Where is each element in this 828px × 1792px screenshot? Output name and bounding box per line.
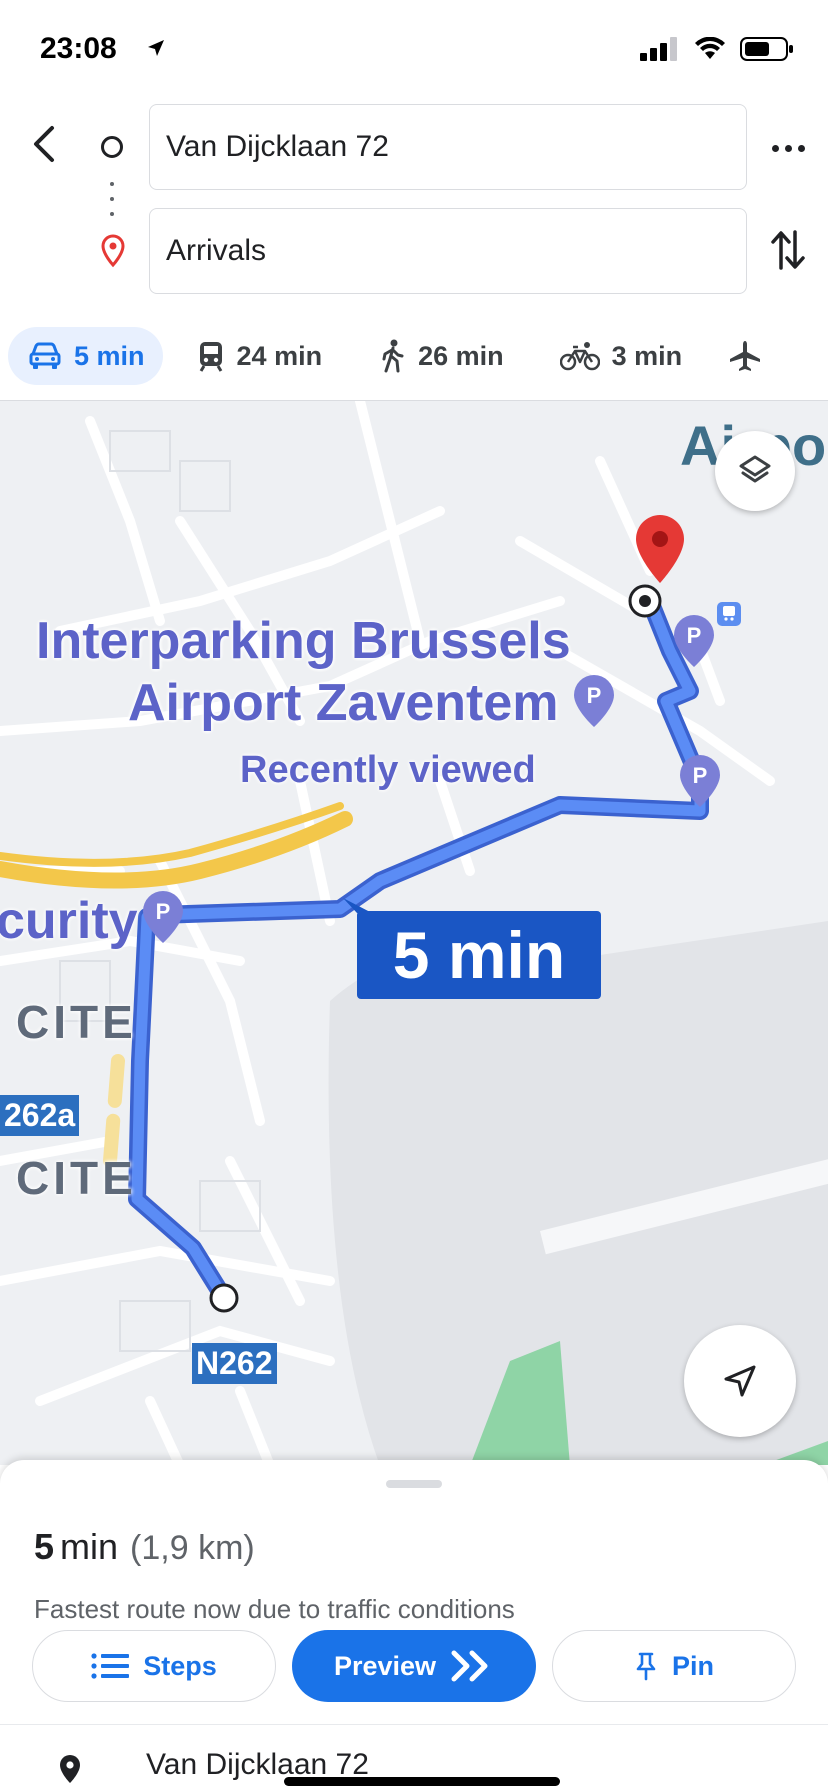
pin-button[interactable]: Pin: [552, 1630, 796, 1702]
route-duration-unit: min: [60, 1526, 119, 1567]
svg-text:P: P: [693, 763, 708, 788]
route-bottom-sheet[interactable]: 5 min (1,9 km) Fastest route now due to …: [0, 1460, 828, 1792]
preview-button-label: Preview: [333, 1650, 437, 1681]
svg-text:P: P: [156, 899, 171, 924]
poi-name-line1[interactable]: Interparking Brussels: [36, 611, 571, 671]
district-label: CITE: [16, 996, 137, 1048]
more-options-button[interactable]: [768, 130, 808, 166]
transit-icon: [199, 342, 222, 372]
svg-text:P: P: [587, 683, 602, 708]
back-button[interactable]: [22, 118, 66, 170]
battery-icon: [740, 37, 793, 61]
list-icon: [91, 1653, 130, 1679]
cellular-signal-icon: [640, 37, 677, 61]
destination-field[interactable]: Arrivals: [149, 208, 747, 294]
mode-walking[interactable]: 26 min: [362, 327, 522, 385]
parking-icon[interactable]: P: [141, 889, 185, 945]
parking-icon[interactable]: P: [672, 613, 716, 669]
pin-icon: [636, 1652, 656, 1681]
parking-icon[interactable]: P: [678, 753, 722, 809]
road-label-n262: N262: [192, 1343, 277, 1384]
status-bar: 23:08: [0, 0, 828, 96]
chevron-left-icon: [34, 126, 54, 162]
route-duration-value: 5: [34, 1526, 55, 1567]
home-indicator[interactable]: [284, 1777, 560, 1786]
mode-transit[interactable]: 24 min: [179, 327, 341, 385]
pin-button-label: Pin: [671, 1650, 714, 1681]
district-label: CITE: [16, 1152, 137, 1204]
navigation-arrow-icon: [724, 1365, 756, 1397]
double-chevron-right-icon: [451, 1650, 488, 1682]
layers-icon: [739, 455, 771, 483]
swap-icon[interactable]: [770, 228, 806, 272]
bike-icon: [559, 342, 600, 371]
poi-name-line2[interactable]: Airport Zaventem: [128, 673, 559, 733]
preview-button[interactable]: Preview: [292, 1630, 536, 1702]
walk-icon: [382, 339, 404, 373]
mode-driving-time: 5 min: [74, 340, 145, 371]
layers-button[interactable]: [715, 431, 795, 511]
route-eta-badge[interactable]: 5 min: [357, 911, 601, 999]
status-time: 23:08: [40, 32, 117, 65]
divider: [0, 1724, 828, 1725]
mode-transit-time: 24 min: [236, 340, 323, 371]
parking-icon[interactable]: P: [572, 673, 616, 729]
mode-cycling-time: 3 min: [611, 340, 683, 371]
mode-walking-time: 26 min: [418, 340, 504, 371]
route-actions: Steps Preview Pin: [32, 1630, 796, 1702]
destination-map-pin-icon[interactable]: [633, 513, 687, 585]
route-distance: (1,9 km): [130, 1529, 255, 1567]
my-location-button[interactable]: [684, 1325, 796, 1437]
map-view[interactable]: P P P P Airpo Interparking Brussels Airp…: [0, 400, 828, 1465]
location-pin-icon: [60, 1755, 80, 1783]
route-summary: 5 min (1,9 km): [34, 1526, 255, 1568]
road-label-n262a: 262a: [0, 1095, 80, 1136]
wifi-icon: [695, 37, 725, 59]
mode-flight[interactable]: [710, 327, 780, 385]
poi-recently-viewed: Recently viewed: [240, 749, 536, 791]
steps-button[interactable]: Steps: [32, 1630, 276, 1702]
mode-cycling[interactable]: 3 min: [542, 327, 701, 385]
route-reason: Fastest route now due to traffic conditi…: [34, 1594, 515, 1624]
steps-button-label: Steps: [143, 1650, 217, 1681]
svg-text:P: P: [687, 623, 702, 648]
security-label: curity: [0, 892, 138, 950]
origin-field[interactable]: Van Dijcklaan 72: [149, 104, 747, 190]
location-arrow-icon: [148, 40, 164, 56]
status-icons: [640, 36, 794, 62]
car-icon: [29, 342, 61, 369]
destination-pin-icon: [101, 234, 125, 268]
route-connector-icon: [110, 182, 114, 216]
flight-icon: [730, 341, 761, 371]
origin-marker-icon: [101, 136, 123, 158]
travel-modes: 5 min 24 min 26 min 3 min: [8, 326, 828, 386]
sheet-drag-handle[interactable]: [386, 1480, 442, 1488]
train-station-icon[interactable]: [716, 601, 742, 627]
mode-driving[interactable]: 5 min: [8, 327, 163, 385]
